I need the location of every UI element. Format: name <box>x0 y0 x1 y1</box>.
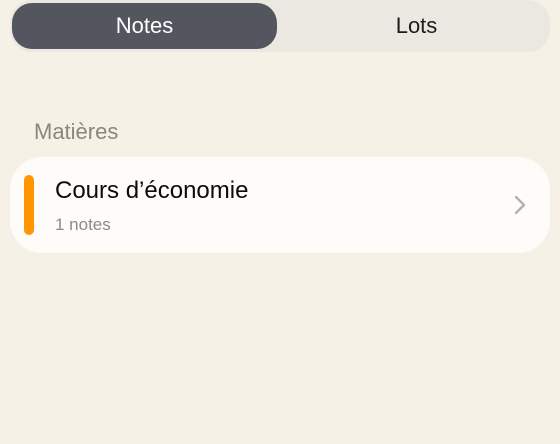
section-title: Matières <box>34 119 119 144</box>
subject-note-count: 1 notes <box>55 215 111 234</box>
tab-notes[interactable]: Notes <box>12 3 277 49</box>
subject-title: Cours d’économie <box>55 177 249 204</box>
tab-notes-label: Notes <box>115 13 174 38</box>
subject-color-bar <box>24 175 34 235</box>
segmented-control: Notes Lots <box>10 0 550 52</box>
tab-lots-label: Lots <box>395 13 438 38</box>
subject-row-cours-economie[interactable]: Cours d’économie 1 notes <box>10 157 550 253</box>
tab-lots[interactable]: Lots <box>285 3 548 49</box>
chevron-right-icon <box>514 195 526 215</box>
